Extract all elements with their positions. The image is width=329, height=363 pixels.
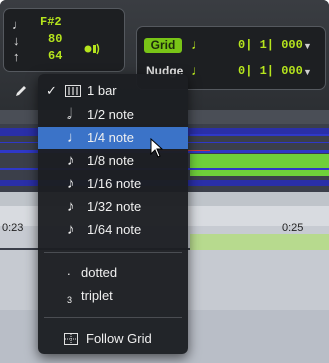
menu-item-label: 1/32 note (87, 199, 142, 214)
menu-item-label: 1/4 note (87, 130, 134, 145)
menu-item-dotted[interactable]: . dotted (38, 262, 188, 284)
mouse-cursor-icon (150, 138, 164, 158)
menu-item-label: 1/16 note (87, 176, 142, 191)
up-arrow-icon: ↑ (13, 49, 20, 64)
menu-item-label: triplet (81, 288, 113, 303)
triplet-icon: 3 (67, 295, 73, 305)
grid-chevron-down-icon[interactable]: ▼ (303, 41, 312, 51)
grid-quarter-note-icon: ♩ (191, 36, 205, 52)
sixteenth-note-icon: ♪ (67, 175, 75, 192)
menu-item-label: 1/64 note (87, 222, 142, 237)
velocity-readout[interactable]: 80 (48, 32, 62, 46)
menu-item-label: dotted (81, 265, 118, 280)
grid-button[interactable]: Grid (144, 38, 182, 53)
menu-item-sixty-fourth-note[interactable]: ♪ 1/64 note (38, 219, 188, 241)
down-arrow-icon: ↓ (13, 33, 20, 48)
menu-separator (44, 317, 182, 318)
quarter-note-icon: ♩ (67, 129, 82, 146)
sixty-fourth-note-icon: ♪ (67, 221, 75, 238)
menu-item-1-bar[interactable]: ✓ 1 bar (38, 80, 188, 102)
daw-window: ♩ ↓ ↑ F#2 80 64 Grid ♩ 0| 1| 000 ▼ Nudge… (0, 0, 329, 363)
menu-item-label: 1/2 note (87, 107, 134, 122)
grid-value-menu: ✓ 1 bar 𝅗𝅥 1/2 note ♩ 1/4 note ♪ 1/8 not… (38, 74, 188, 354)
midi-note-block[interactable] (190, 154, 329, 176)
menu-item-follow-grid[interactable]: Follow Grid (38, 328, 188, 350)
menu-item-label: 1 bar (87, 83, 117, 98)
dot-icon: . (67, 263, 71, 278)
menu-item-label: Follow Grid (86, 331, 152, 346)
follow-grid-icon (64, 333, 78, 345)
thirty-second-note-icon: ♪ (67, 198, 75, 215)
bar-icon (65, 85, 81, 97)
half-note-icon: 𝅗𝅥 (67, 106, 72, 123)
menu-separator (44, 252, 182, 253)
ruler-start-time: 0:23 (2, 222, 24, 234)
speaker-icon[interactable] (84, 41, 100, 57)
pencil-icon[interactable] (14, 84, 28, 98)
menu-item-label: 1/8 note (87, 153, 134, 168)
menu-item-half-note[interactable]: 𝅗𝅥 1/2 note (38, 104, 188, 126)
menu-item-triplet[interactable]: 3 triplet (38, 285, 188, 307)
nudge-value[interactable]: 0| 1| 000 (238, 64, 303, 78)
note-icon: ♩ (12, 17, 25, 32)
checkmark-icon: ✓ (46, 83, 57, 98)
ruler-end-time: 0:25 (282, 222, 304, 234)
release-velocity-readout[interactable]: 64 (48, 49, 62, 63)
nudge-quarter-note-icon: ♩ (191, 62, 205, 78)
nudge-chevron-down-icon[interactable]: ▼ (303, 67, 312, 77)
note-name-readout: F#2 (40, 15, 62, 29)
grid-value[interactable]: 0| 1| 000 (238, 38, 303, 52)
eighth-note-icon: ♪ (67, 152, 75, 169)
menu-item-thirty-second-note[interactable]: ♪ 1/32 note (38, 196, 188, 218)
menu-item-sixteenth-note[interactable]: ♪ 1/16 note (38, 173, 188, 195)
midi-info-panel: ♩ ↓ ↑ F#2 80 64 (3, 8, 125, 72)
